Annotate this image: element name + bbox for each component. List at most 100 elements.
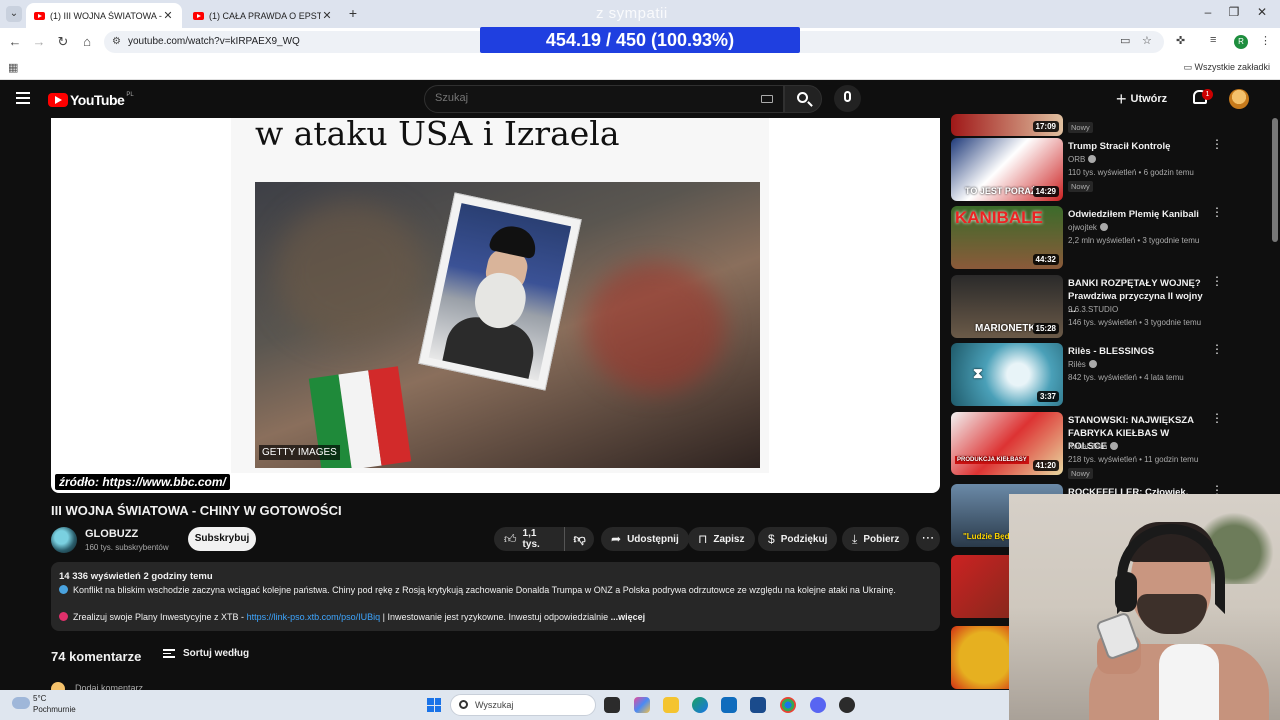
cast-icon[interactable]: ▭	[1120, 34, 1130, 47]
taskbar-search[interactable]: Wyszukaj	[450, 694, 596, 716]
video-options-icon[interactable]: ⋮	[1211, 484, 1223, 496]
save-button[interactable]: ⊓ Zapisz	[688, 527, 755, 551]
description-link[interactable]: https://link-pso.xtb.com/pso/IUBiq	[247, 612, 381, 622]
voice-search-button[interactable]	[834, 85, 861, 112]
search-box[interactable]	[424, 85, 784, 113]
video-player[interactable]: w ataku USA i Izraela GETTY IMAGES źródł…	[51, 118, 940, 493]
edge-icon[interactable]	[692, 697, 708, 713]
video-channel[interactable]: Kanał Zero	[1068, 442, 1119, 451]
verified-icon	[1099, 223, 1108, 231]
dislike-button[interactable]: 👎︎	[565, 532, 594, 547]
video-channel[interactable]: ojwojtek	[1068, 223, 1108, 232]
outlook-icon[interactable]	[721, 697, 737, 713]
obs-icon[interactable]	[839, 697, 855, 713]
forward-icon[interactable]: →	[31, 34, 47, 49]
save-label: Zapisz	[713, 533, 745, 545]
channel-avatar[interactable]	[51, 527, 77, 553]
reload-icon[interactable]: ↻	[55, 34, 71, 50]
video-options-icon[interactable]: ⋮	[1211, 206, 1223, 218]
video-title[interactable]: Odwiedziłem Plemię Kanibali	[1068, 208, 1208, 221]
globe-icon	[59, 585, 68, 594]
tab-inactive[interactable]: (1) CAŁA PRAWDA O EPSTEINE ✕	[185, 3, 341, 28]
channel-name: ORB	[1068, 155, 1086, 164]
recommended-video[interactable]: KANIBALE 44:32 Odwiedziłem Plemię Kaniba…	[951, 206, 1271, 270]
show-more-link[interactable]: ...więcej	[608, 612, 646, 622]
restore-icon[interactable]: ❐	[1226, 5, 1242, 19]
video-title[interactable]: Rilès - BLESSINGS	[1068, 345, 1208, 358]
tab-close-icon[interactable]: ✕	[321, 9, 333, 22]
copilot-icon[interactable]	[634, 697, 650, 713]
video-title[interactable]: Trump Stracił Kontrolę	[1068, 140, 1208, 153]
video-thumbnail[interactable]: MARIONETKA 15:28	[951, 275, 1063, 338]
profile-avatar[interactable]: R	[1234, 35, 1248, 49]
video-thumbnail[interactable]: PRODUKCJA KIEŁBASY 41:20	[951, 412, 1063, 475]
chrome-menu-icon[interactable]: ⋮	[1260, 34, 1271, 47]
minimize-icon[interactable]: –	[1200, 5, 1216, 19]
tab-active[interactable]: (1) III WOJNA ŚWIATOWA - CHI ✕	[26, 3, 182, 28]
weather-condition[interactable]: Pochmurnie	[33, 705, 76, 714]
cloud-icon[interactable]	[12, 697, 30, 709]
store-icon[interactable]	[750, 697, 766, 713]
chrome-icon[interactable]	[780, 697, 796, 713]
tab-search-menu-icon[interactable]: ⌄	[6, 6, 22, 22]
stream-overlay-title: z sympatii	[596, 5, 668, 22]
video-thumbnail[interactable]: ⧗ 3:37	[951, 343, 1063, 406]
recommended-video[interactable]: ⧗ 3:37 Rilès - BLESSINGS Rilès 842 tys. …	[951, 343, 1271, 407]
description-text: Konflikt na bliskim wschodzie zaczyna wc…	[73, 585, 896, 595]
video-stats: 110 tys. wyświetleń • 6 godzin temu	[1068, 168, 1194, 177]
tab-title: (1) III WOJNA ŚWIATOWA - CHI	[50, 10, 162, 21]
windows-start-icon[interactable]	[427, 698, 441, 712]
search-button[interactable]	[784, 85, 822, 113]
url-text[interactable]: youtube.com/watch?v=kIRPAEX9_WQ	[128, 36, 300, 47]
channel-subscribers: 160 tys. subskrybentów	[85, 543, 169, 552]
like-button[interactable]: 👍︎ 1,1 tys.	[494, 527, 566, 551]
share-button[interactable]: ➦ Udostępnij	[601, 527, 689, 551]
sort-comments-button[interactable]: Sortuj według	[163, 648, 249, 659]
search-input[interactable]	[435, 92, 735, 104]
close-window-icon[interactable]: ✕	[1254, 5, 1270, 19]
recommended-video[interactable]: PRODUKCJA KIEŁBASY 41:20 STANOWSKI: NAJW…	[951, 412, 1271, 479]
youtube-logo[interactable]: YouTube PL	[48, 92, 134, 108]
video-channel[interactable]: 9.6.3.STUDIO	[1068, 305, 1118, 314]
video-thumbnail[interactable]: KANIBALE 44:32	[951, 206, 1063, 269]
weather-temperature[interactable]: 5°C	[33, 694, 46, 703]
video-channel[interactable]: Rilès	[1068, 360, 1097, 369]
thanks-button[interactable]: $ Podziękuj	[758, 527, 838, 551]
tab-close-icon[interactable]: ✕	[162, 9, 174, 22]
video-thumbnail[interactable]: TO JEST PORAŻ 14:29	[951, 138, 1063, 201]
video-options-icon[interactable]: ⋮	[1211, 412, 1223, 424]
all-bookmarks[interactable]: ▭ Wszystkie zakładki	[1183, 62, 1270, 73]
bookmark-star-icon[interactable]: ☆	[1142, 34, 1152, 47]
channel-name[interactable]: GLOBUZZ	[85, 528, 138, 540]
file-explorer-icon[interactable]	[663, 697, 679, 713]
more-actions-icon[interactable]: ⋯	[916, 527, 940, 551]
discord-icon[interactable]	[810, 697, 826, 713]
thumbnail-caption: PRODUKCJA KIEŁBASY	[955, 456, 1029, 464]
download-button[interactable]: ⤓ Pobierz	[842, 527, 910, 551]
comments-count: 74 komentarze	[51, 649, 142, 664]
menu-icon[interactable]	[16, 92, 30, 104]
video-duration: 44:32	[1032, 254, 1059, 265]
video-options-icon[interactable]: ⋮	[1211, 343, 1223, 355]
video-thumbnail[interactable]: 17:09	[951, 114, 1063, 136]
photo-blur	[275, 202, 425, 342]
task-view-icon[interactable]	[604, 697, 620, 713]
site-info-icon[interactable]: ⚙	[112, 36, 121, 47]
sidebar-scrollbar[interactable]	[1272, 118, 1278, 242]
recommended-video[interactable]: TO JEST PORAŻ 14:29 Trump Stracił Kontro…	[951, 138, 1271, 202]
apps-grid-icon[interactable]: ▦	[8, 61, 18, 74]
subscribe-button[interactable]: Subskrybuj	[188, 527, 256, 551]
extensions-icon[interactable]: ✜	[1176, 34, 1185, 47]
new-tab-icon[interactable]: +	[345, 5, 361, 21]
back-icon[interactable]: ←	[7, 34, 23, 49]
recommended-video[interactable]: MARIONETKA 15:28 BANKI ROZPĘTAŁY WOJNĘ? …	[951, 275, 1271, 339]
description-box[interactable]: 14 336 wyświetleń 2 godziny temu Konflik…	[51, 562, 940, 631]
keyboard-icon[interactable]	[761, 95, 773, 103]
streamer-webcam	[1009, 494, 1280, 720]
video-options-icon[interactable]: ⋮	[1211, 275, 1223, 287]
video-channel[interactable]: ORB	[1068, 155, 1097, 164]
home-icon[interactable]: ⌂	[79, 34, 95, 49]
recommended-video[interactable]: 17:09 Nowy	[951, 106, 1271, 136]
reading-list-icon[interactable]: ≡	[1210, 34, 1216, 46]
video-options-icon[interactable]: ⋮	[1211, 138, 1223, 150]
